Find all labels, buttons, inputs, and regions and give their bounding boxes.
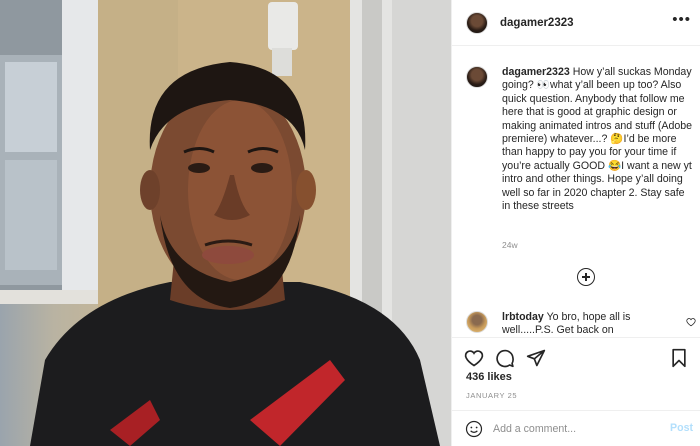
add-comment-input[interactable]	[493, 422, 653, 435]
emoji-smiley-icon[interactable]	[465, 420, 483, 438]
post-sidebar: dagamer2323 ••• dagamer2323 How y’all su…	[451, 0, 700, 446]
caption-avatar[interactable]	[466, 66, 488, 88]
post-header: dagamer2323 •••	[452, 0, 700, 46]
comment-like-heart-icon[interactable]	[686, 317, 696, 327]
comment-item: lrbtoday Yo bro, hope all is well.....P.…	[466, 311, 698, 338]
likes-count[interactable]: 436 likes	[466, 371, 512, 383]
comment-text-block: lrbtoday Yo bro, hope all is well.....P.…	[502, 311, 682, 338]
caption-username[interactable]: dagamer2323	[502, 66, 570, 78]
comment-avatar[interactable]	[466, 311, 488, 333]
plus-circle-icon[interactable]	[577, 268, 595, 286]
author-avatar[interactable]	[466, 11, 488, 34]
caption-timestamp[interactable]: 24w	[502, 240, 518, 250]
more-horizontal-icon[interactable]: •••	[672, 12, 691, 27]
add-comment-bar: Post	[452, 410, 700, 446]
comment-username[interactable]: lrbtoday	[502, 311, 544, 323]
heart-icon[interactable]	[464, 348, 484, 368]
bookmark-icon[interactable]	[669, 348, 689, 368]
comment-icon[interactable]	[495, 348, 515, 368]
post-comment-button[interactable]: Post	[670, 422, 693, 434]
post-date[interactable]: JANUARY 25	[466, 391, 517, 400]
selfie-illustration	[0, 0, 451, 446]
post-photo[interactable]	[0, 0, 451, 446]
instagram-post: dagamer2323 ••• dagamer2323 How y’all su…	[0, 0, 700, 446]
caption-text-block: dagamer2323 How y’all suckas Monday goin…	[502, 66, 694, 213]
share-icon[interactable]	[526, 348, 546, 368]
caption: dagamer2323 How y’all suckas Monday goin…	[466, 66, 694, 213]
author-username[interactable]: dagamer2323	[500, 17, 574, 29]
caption-text: How y’all suckas Monday going? 👀what y’a…	[502, 66, 693, 213]
